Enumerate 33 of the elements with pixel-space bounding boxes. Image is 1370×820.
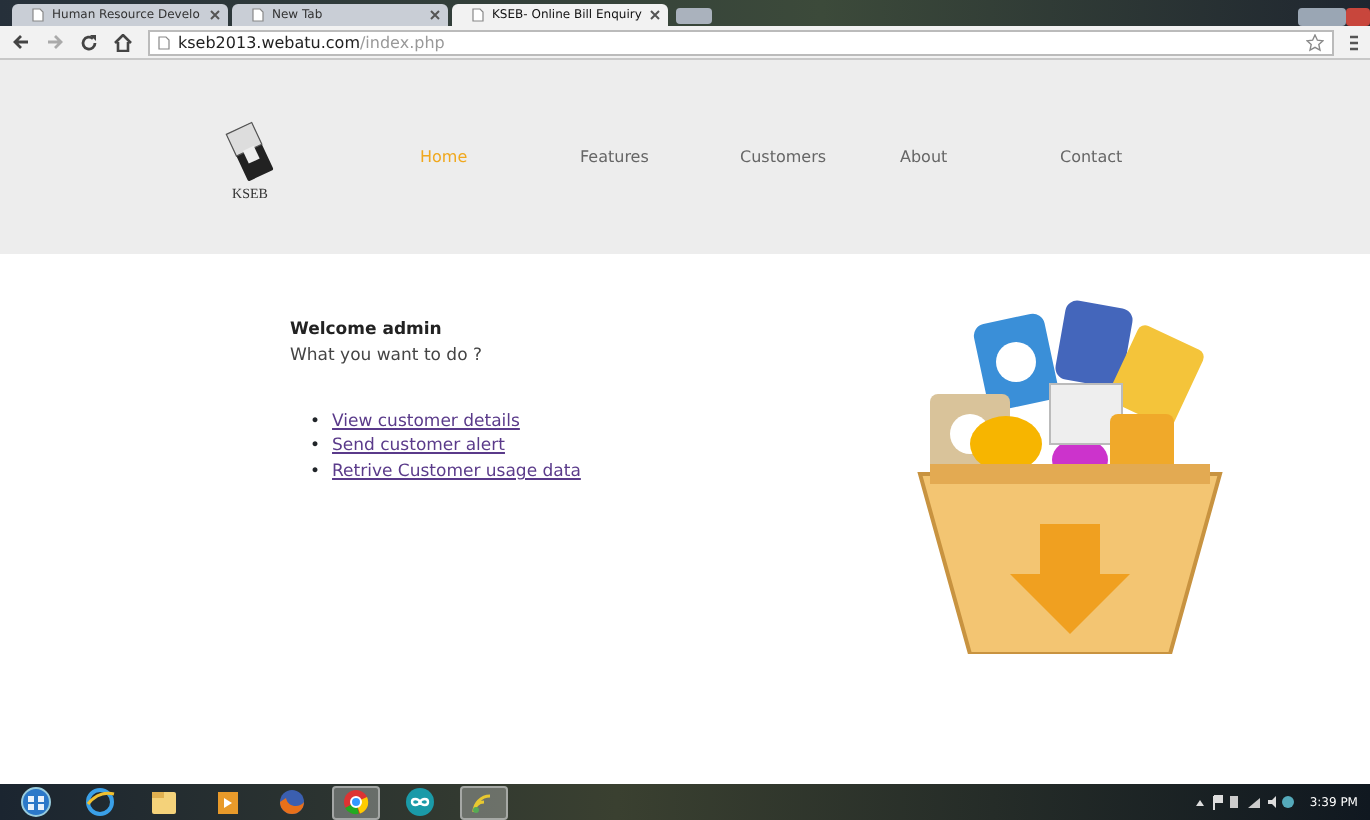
star-icon[interactable] (1306, 33, 1324, 51)
close-icon[interactable] (650, 10, 660, 20)
nav-link[interactable]: Customers (740, 145, 900, 169)
bullet-mark: • (310, 460, 321, 486)
action-link[interactable]: Retrive Customer usage data (332, 460, 581, 486)
page-icon (472, 8, 484, 22)
address-bar[interactable]: kseb2013.webatu.com/index.php (148, 29, 1334, 55)
page-icon (32, 8, 44, 22)
bullet-mark: • (310, 409, 321, 435)
bullet-mark: • (310, 434, 321, 460)
menu-icon[interactable] (1350, 33, 1358, 51)
close-icon[interactable] (210, 10, 220, 20)
infinity-icon[interactable] (402, 786, 438, 818)
folder-icon[interactable] (146, 786, 182, 818)
tray-icons-drawing (1193, 794, 1294, 810)
reload-icon[interactable] (80, 33, 98, 51)
page-icon (252, 8, 264, 22)
page-icon (158, 35, 170, 49)
nav-link[interactable]: About (900, 145, 1060, 169)
prompt-text: What you want to do ? (290, 343, 484, 369)
action-link[interactable]: Send customer alert (332, 434, 505, 460)
home-icon[interactable] (114, 33, 132, 51)
close-icon[interactable] (430, 10, 440, 20)
globe-icon[interactable] (82, 786, 118, 818)
greeting-text: Welcome admin (290, 318, 444, 344)
action-link[interactable]: View customer details (332, 409, 520, 435)
start-orb-icon[interactable] (18, 786, 54, 818)
fox-globe-icon[interactable] (274, 786, 310, 818)
chrome-icon[interactable] (338, 786, 374, 818)
nav-link[interactable]: Contact (1060, 145, 1220, 169)
nav-link[interactable]: Features (580, 145, 740, 169)
back-icon[interactable] (12, 34, 30, 50)
url-text: kseb2013.webatu.com/index.php (178, 31, 445, 53)
